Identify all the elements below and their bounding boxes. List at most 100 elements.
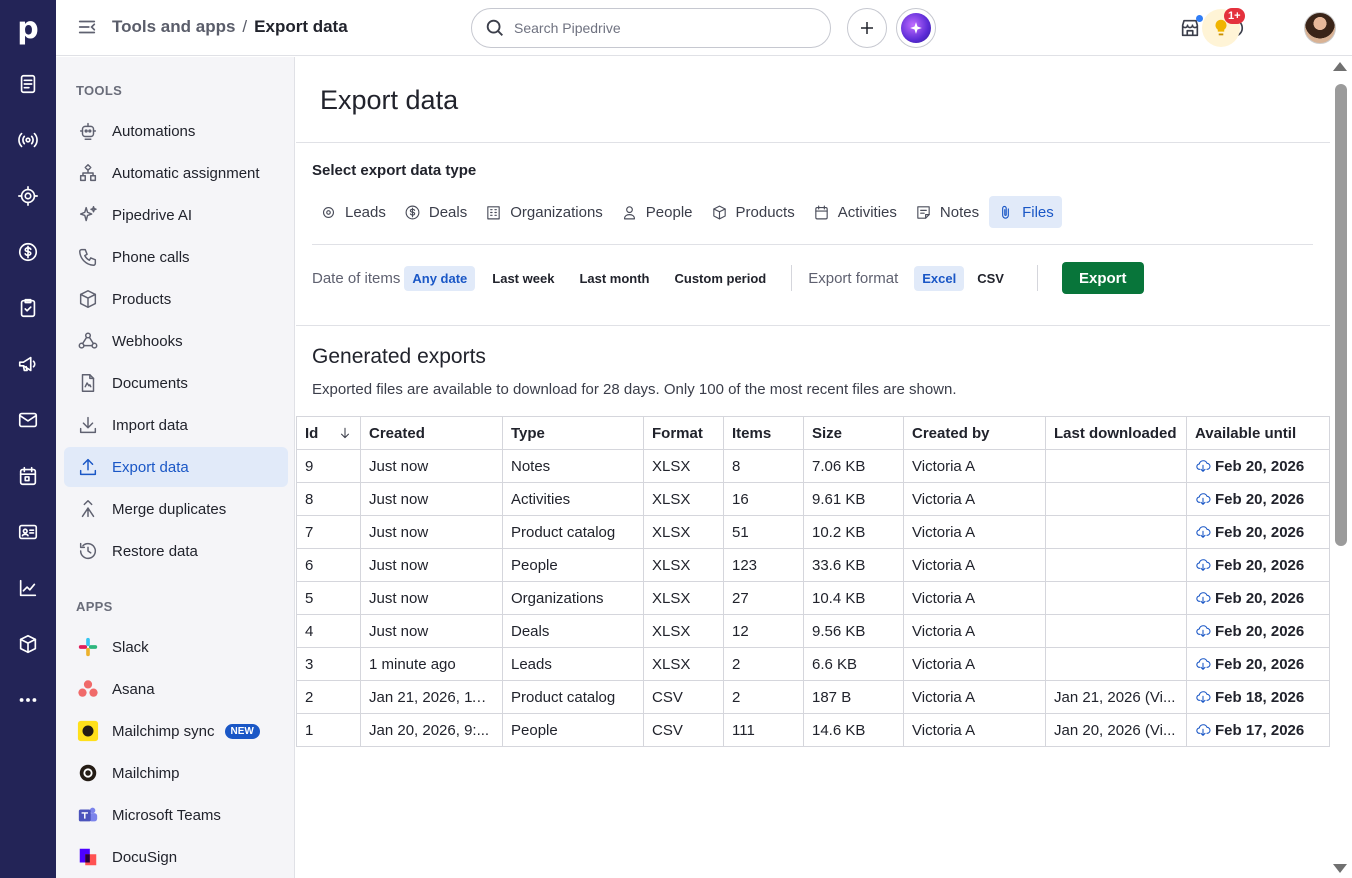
- sidebar-item-webhooks[interactable]: Webhooks: [64, 321, 288, 361]
- type-tab-leads[interactable]: Leads: [312, 196, 394, 228]
- pipedrive-logo[interactable]: p: [0, 0, 56, 56]
- leads-inbox-icon[interactable]: [14, 70, 42, 98]
- available-until-date[interactable]: Feb 20, 2026: [1215, 557, 1304, 574]
- type-tab-products[interactable]: Products: [703, 196, 803, 228]
- cloud-download-icon[interactable]: [1195, 524, 1211, 540]
- download-cell[interactable]: Feb 20, 2026: [1186, 581, 1330, 615]
- table-cell[interactable]: [1045, 581, 1187, 615]
- date-option-custom-period[interactable]: Custom period: [667, 266, 775, 291]
- available-until-date[interactable]: Feb 20, 2026: [1215, 491, 1304, 508]
- sidebar-item-slack[interactable]: Slack: [64, 627, 288, 667]
- type-tab-organizations[interactable]: Organizations: [477, 196, 611, 228]
- dollar-icon[interactable]: [14, 238, 42, 266]
- column-header-created-by[interactable]: Created by: [903, 416, 1046, 450]
- quick-add-button[interactable]: [847, 8, 887, 48]
- sidebar-item-import-data[interactable]: Import data: [64, 405, 288, 445]
- activities-icon[interactable]: [14, 294, 42, 322]
- date-option-last-month[interactable]: Last month: [571, 266, 657, 291]
- cloud-download-icon[interactable]: [1195, 689, 1211, 705]
- scroll-up-arrow-icon[interactable]: [1333, 62, 1347, 71]
- sidebar-item-pipedrive-ai[interactable]: Pipedrive AI: [64, 195, 288, 235]
- type-tab-notes[interactable]: Notes: [907, 196, 987, 228]
- available-until-date[interactable]: Feb 20, 2026: [1215, 590, 1304, 607]
- column-header-available-until[interactable]: Available until: [1186, 416, 1330, 450]
- available-until-date[interactable]: Feb 20, 2026: [1215, 524, 1304, 541]
- sidebar-item-mailchimp-sync[interactable]: Mailchimp sync NEW: [64, 711, 288, 751]
- breadcrumb-parent[interactable]: Tools and apps: [112, 17, 235, 37]
- date-option-last-week[interactable]: Last week: [484, 266, 562, 291]
- cloud-download-icon[interactable]: [1195, 557, 1211, 573]
- export-button[interactable]: Export: [1061, 262, 1144, 294]
- table-cell[interactable]: [1045, 548, 1187, 582]
- sidebar-item-phone-calls[interactable]: Phone calls: [64, 237, 288, 277]
- campaigns-broadcast-icon[interactable]: [14, 126, 42, 154]
- sort-descending-icon[interactable]: [338, 426, 352, 440]
- menu-collapse-icon[interactable]: [76, 16, 100, 40]
- column-header-type[interactable]: Type: [502, 416, 644, 450]
- sidebar-item-documents[interactable]: Documents: [64, 363, 288, 403]
- search-input[interactable]: [514, 20, 794, 36]
- type-tab-activities[interactable]: Activities: [805, 196, 905, 228]
- cloud-download-icon[interactable]: [1195, 623, 1211, 639]
- table-cell[interactable]: [1045, 647, 1187, 681]
- table-cell[interactable]: Jan 20, 2026 (Vi...: [1045, 713, 1187, 747]
- sidebar-item-export-data[interactable]: Export data: [64, 447, 288, 487]
- format-option-csv[interactable]: CSV: [969, 266, 1012, 291]
- table-cell[interactable]: [1045, 449, 1187, 483]
- available-until-date[interactable]: Feb 20, 2026: [1215, 656, 1304, 673]
- download-cell[interactable]: Feb 20, 2026: [1186, 482, 1330, 516]
- column-header-created[interactable]: Created: [360, 416, 503, 450]
- download-cell[interactable]: Feb 17, 2026: [1186, 713, 1330, 747]
- sidebar-item-asana[interactable]: Asana: [64, 669, 288, 709]
- type-tab-people[interactable]: People: [613, 196, 701, 228]
- sidebar-item-docusign[interactable]: DocuSign: [64, 837, 288, 877]
- download-cell[interactable]: Feb 20, 2026: [1186, 515, 1330, 549]
- sidebar-item-mailchimp[interactable]: Mailchimp: [64, 753, 288, 793]
- available-until-date[interactable]: Feb 20, 2026: [1215, 623, 1304, 640]
- table-cell[interactable]: [1045, 515, 1187, 549]
- sidebar-item-restore-data[interactable]: Restore data: [64, 531, 288, 571]
- sidebar-item-automations[interactable]: Automations: [64, 111, 288, 151]
- table-cell[interactable]: Jan 21, 2026 (Vi...: [1045, 680, 1187, 714]
- sidebar-item-merge-duplicates[interactable]: Merge duplicates: [64, 489, 288, 529]
- format-option-excel[interactable]: Excel: [914, 265, 965, 291]
- cloud-download-icon[interactable]: [1195, 590, 1211, 606]
- table-cell[interactable]: [1045, 482, 1187, 516]
- download-cell[interactable]: Feb 18, 2026: [1186, 680, 1330, 714]
- date-option-any-date[interactable]: Any date: [404, 265, 476, 291]
- column-header-format[interactable]: Format: [643, 416, 724, 450]
- insights-icon[interactable]: [14, 574, 42, 602]
- products-icon[interactable]: [14, 630, 42, 658]
- scrollbar-thumb[interactable]: [1335, 84, 1347, 546]
- more-icon[interactable]: [14, 686, 42, 714]
- type-tab-deals[interactable]: Deals: [396, 196, 475, 228]
- search-box[interactable]: [471, 8, 831, 48]
- sidebar-item-automatic-assignment[interactable]: Automatic assignment: [64, 153, 288, 193]
- calendar-icon[interactable]: [14, 462, 42, 490]
- available-until-date[interactable]: Feb 17, 2026: [1215, 722, 1304, 739]
- download-cell[interactable]: Feb 20, 2026: [1186, 647, 1330, 681]
- ai-assistant-button[interactable]: [896, 8, 936, 48]
- type-tab-files[interactable]: Files: [989, 196, 1062, 228]
- cloud-download-icon[interactable]: [1195, 458, 1211, 474]
- column-header-id[interactable]: Id: [296, 416, 361, 450]
- column-header-last-downloaded[interactable]: Last downloaded: [1045, 416, 1187, 450]
- column-header-items[interactable]: Items: [723, 416, 804, 450]
- marketplace-icon[interactable]: [1176, 14, 1204, 42]
- sidebar-item-products[interactable]: Products: [64, 279, 288, 319]
- deals-target-icon[interactable]: [14, 182, 42, 210]
- cloud-download-icon[interactable]: [1195, 722, 1211, 738]
- table-cell[interactable]: [1045, 614, 1187, 648]
- download-cell[interactable]: Feb 20, 2026: [1186, 449, 1330, 483]
- contacts-icon[interactable]: [14, 518, 42, 546]
- sidebar-item-microsoft-teams[interactable]: Microsoft Teams: [64, 795, 288, 835]
- megaphone-icon[interactable]: [14, 350, 42, 378]
- download-cell[interactable]: Feb 20, 2026: [1186, 548, 1330, 582]
- available-until-date[interactable]: Feb 20, 2026: [1215, 458, 1304, 475]
- column-header-size[interactable]: Size: [803, 416, 904, 450]
- mail-icon[interactable]: [14, 406, 42, 434]
- download-cell[interactable]: Feb 20, 2026: [1186, 614, 1330, 648]
- user-avatar[interactable]: [1304, 12, 1336, 44]
- scroll-down-arrow-icon[interactable]: [1333, 864, 1347, 873]
- cloud-download-icon[interactable]: [1195, 656, 1211, 672]
